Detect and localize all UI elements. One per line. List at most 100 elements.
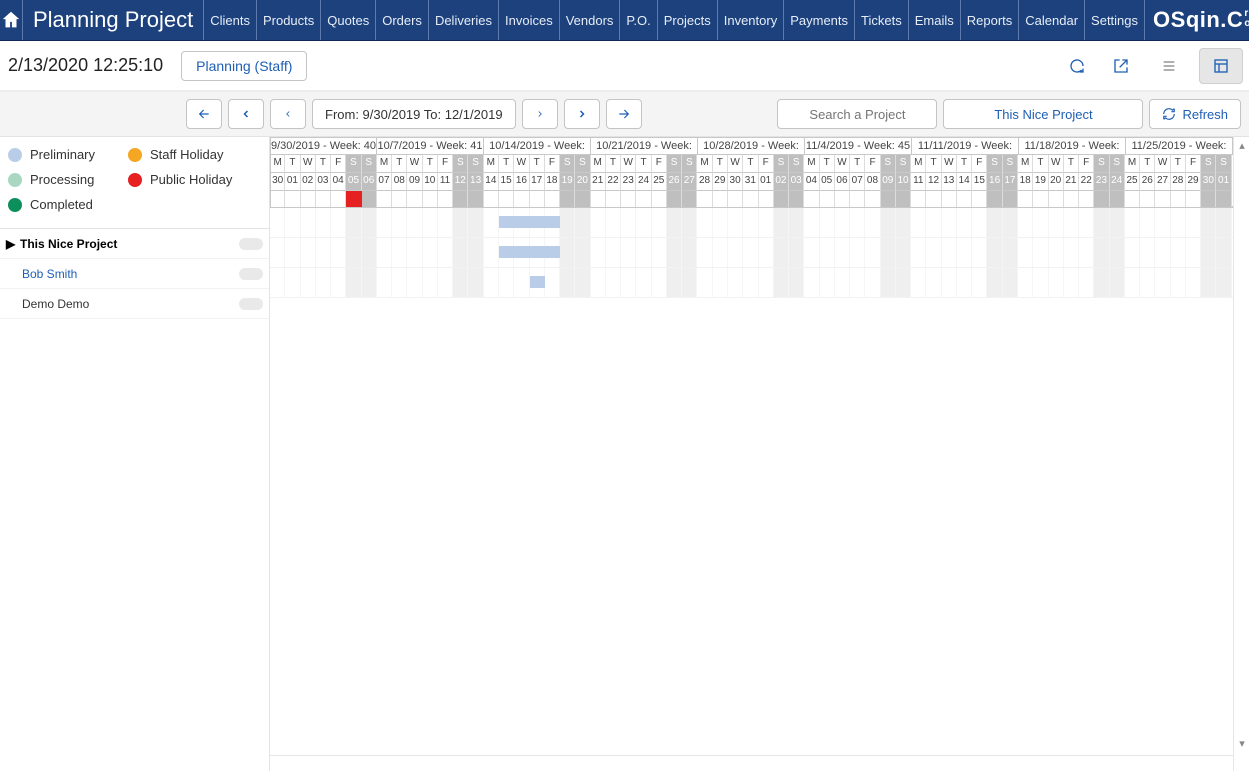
day-cell: T — [1140, 155, 1155, 173]
day-cell: S — [774, 155, 789, 173]
day-cell: 17 — [1003, 173, 1018, 191]
day-cell: T — [636, 155, 651, 173]
marker-cell — [316, 191, 331, 207]
marker-cell — [926, 191, 941, 207]
main-area: Preliminary Staff Holiday Processing Pub… — [0, 137, 1249, 771]
nav-item-settings[interactable]: Settings — [1085, 0, 1145, 40]
day-cell: T — [316, 155, 331, 173]
planning-staff-button[interactable]: Planning (Staff) — [181, 51, 307, 81]
day-cell: W — [621, 155, 636, 173]
day-cell: 15 — [499, 173, 514, 191]
day-cell: 18 — [545, 173, 560, 191]
scroll-down-button[interactable]: ▾ — [1236, 737, 1248, 751]
marker-cell — [270, 191, 285, 207]
scroll-up-button[interactable]: ▴ — [1236, 139, 1248, 153]
view-list-button[interactable] — [1147, 48, 1191, 84]
brand-main: OSqin.C — [1153, 7, 1243, 33]
gantt-bar[interactable] — [530, 276, 545, 288]
nav-item-deliveries[interactable]: Deliveries — [429, 0, 499, 40]
nav-item-inventory[interactable]: Inventory — [718, 0, 784, 40]
day-cell: 16 — [514, 173, 529, 191]
day-cell: 10 — [896, 173, 911, 191]
nav-prev-button[interactable] — [270, 99, 306, 129]
horizontal-scrollbar[interactable] — [270, 755, 1233, 771]
tree-member-row[interactable]: Bob Smith — [0, 259, 269, 289]
nav-item-invoices[interactable]: Invoices — [499, 0, 560, 40]
day-cell: S — [346, 155, 361, 173]
marker-cell — [1049, 191, 1064, 207]
nav-item-orders[interactable]: Orders — [376, 0, 429, 40]
vertical-scrollbar[interactable]: ▴ ▾ — [1233, 137, 1249, 771]
nav-last-button[interactable] — [606, 99, 642, 129]
nav-next-button[interactable] — [522, 99, 558, 129]
refresh-icon — [1162, 107, 1176, 121]
marker-cell — [636, 191, 651, 207]
marker-cell — [1094, 191, 1109, 207]
nav-item-vendors[interactable]: Vendors — [560, 0, 621, 40]
nav-item-clients[interactable]: Clients — [204, 0, 257, 40]
nav-prev-page-button[interactable] — [228, 99, 264, 129]
day-cell: 25 — [1125, 173, 1140, 191]
marker-cell — [865, 191, 880, 207]
nav-item-projects[interactable]: Projects — [658, 0, 718, 40]
day-cell: 08 — [392, 173, 407, 191]
nav-item-tickets[interactable]: Tickets — [855, 0, 909, 40]
selected-project-display[interactable]: This Nice Project — [943, 99, 1143, 129]
marker-cell — [575, 191, 590, 207]
day-cell: M — [270, 155, 285, 173]
nav-item-payments[interactable]: Payments — [784, 0, 855, 40]
marker-cell — [972, 191, 987, 207]
day-cell: 22 — [606, 173, 621, 191]
day-cell: 11 — [438, 173, 453, 191]
tree-member-name: Bob Smith — [22, 267, 77, 281]
day-cell: 28 — [1171, 173, 1186, 191]
marker-cell — [1155, 191, 1170, 207]
day-cell: S — [560, 155, 575, 173]
day-cell: M — [484, 155, 499, 173]
nav-first-button[interactable] — [186, 99, 222, 129]
marker-cell — [1171, 191, 1186, 207]
day-cell: T — [392, 155, 407, 173]
nav-item-reports[interactable]: Reports — [961, 0, 1020, 40]
gantt-bar[interactable] — [499, 246, 560, 258]
marker-cell — [530, 191, 545, 207]
marker-cell — [774, 191, 789, 207]
day-cell: F — [759, 155, 774, 173]
day-cell: S — [1094, 155, 1109, 173]
home-button[interactable] — [0, 0, 23, 40]
legend-completed: Completed — [30, 197, 93, 212]
nav-item-p-o-[interactable]: P.O. — [620, 0, 657, 40]
nav-next-page-button[interactable] — [564, 99, 600, 129]
day-cell: 22 — [1079, 173, 1094, 191]
marker-cell — [392, 191, 407, 207]
day-cell: S — [881, 155, 896, 173]
tree-member-name: Demo Demo — [22, 297, 89, 311]
day-cell: M — [1018, 155, 1033, 173]
day-cell: 26 — [667, 173, 682, 191]
day-cell: 15 — [972, 173, 987, 191]
chevron-right-icon — [535, 107, 545, 121]
marker-cell — [453, 191, 468, 207]
sync-icon — [1069, 58, 1085, 74]
search-project-input[interactable] — [777, 99, 937, 129]
marker-cell — [804, 191, 819, 207]
brand-sub-bot: om — [1244, 18, 1249, 29]
day-cell: 14 — [957, 173, 972, 191]
refresh-label: Refresh — [1182, 107, 1228, 122]
view-gantt-button[interactable] — [1199, 48, 1243, 84]
nav-item-quotes[interactable]: Quotes — [321, 0, 376, 40]
day-cell: W — [942, 155, 957, 173]
open-external-button[interactable] — [1103, 48, 1139, 84]
nav-item-emails[interactable]: Emails — [909, 0, 961, 40]
timeline-toolbar: From: 9/30/2019 To: 12/1/2019 This Nice … — [0, 91, 1249, 137]
marker-cell — [331, 191, 346, 207]
refresh-button[interactable]: Refresh — [1149, 99, 1241, 129]
tree-member-row[interactable]: Demo Demo — [0, 289, 269, 319]
gantt-bar[interactable] — [499, 216, 560, 228]
date-range-display[interactable]: From: 9/30/2019 To: 12/1/2019 — [312, 99, 516, 129]
sync-button[interactable] — [1059, 48, 1095, 84]
day-cell: 04 — [804, 173, 819, 191]
nav-item-products[interactable]: Products — [257, 0, 321, 40]
nav-item-calendar[interactable]: Calendar — [1019, 0, 1085, 40]
tree-project-row[interactable]: ▶ This Nice Project — [0, 229, 269, 259]
